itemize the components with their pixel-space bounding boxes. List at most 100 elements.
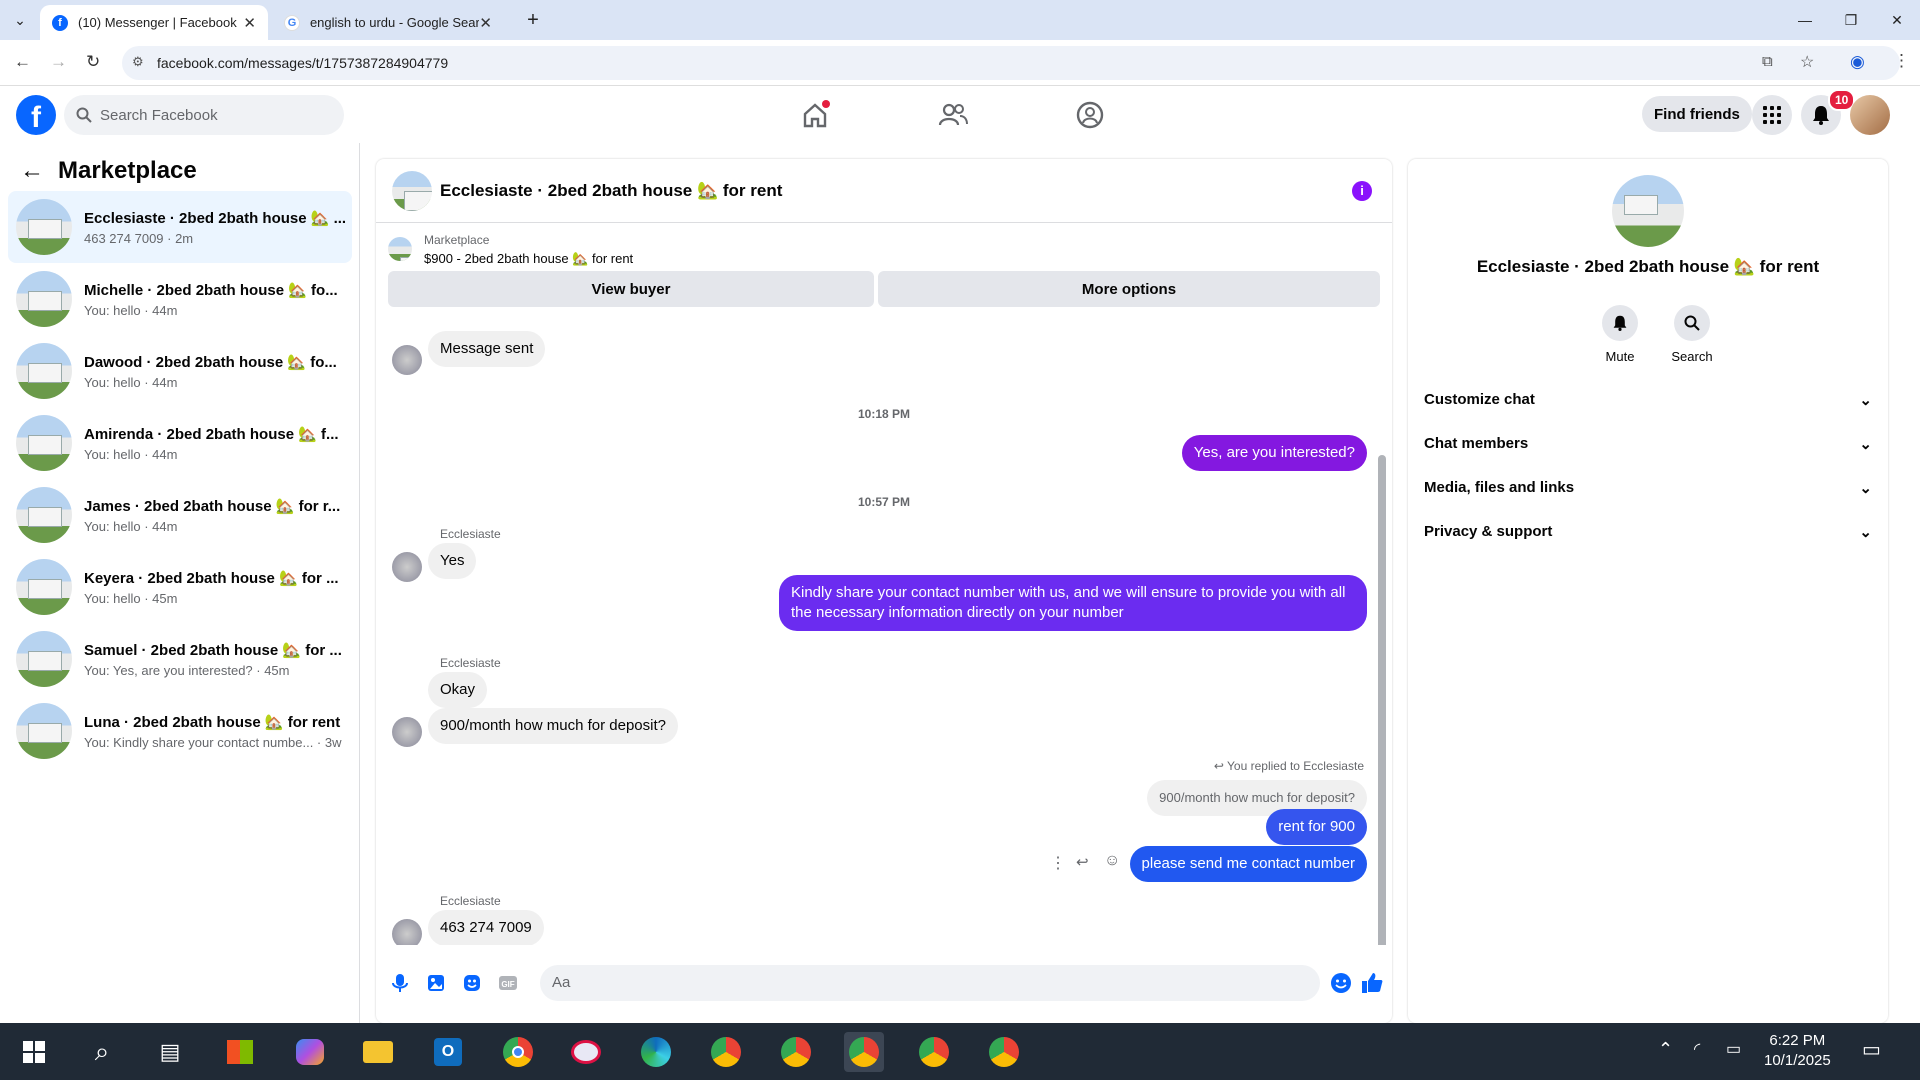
sender-name: Ecclesiaste (440, 656, 501, 670)
message-bubble[interactable]: 900/month how much for deposit? (428, 708, 678, 744)
gif-icon[interactable]: GIF (498, 973, 518, 993)
mute-button[interactable]: Mute (1590, 305, 1650, 364)
scrollbar[interactable] (1378, 455, 1386, 945)
bookmark-star-icon[interactable]: ☆ (1800, 52, 1814, 72)
copilot-icon[interactable] (290, 1032, 330, 1072)
chrome-icon[interactable] (498, 1032, 538, 1072)
tab-messenger[interactable]: f (10) Messenger | Facebook ✕ (40, 5, 268, 40)
clock[interactable]: 6:22 PM 10/1/2025 (1764, 1031, 1831, 1071)
friends-icon[interactable] (938, 100, 968, 130)
conversation-item[interactable]: Dawood · 2bed 2bath house 🏡 fo... You: he… (8, 335, 352, 407)
conversation-item[interactable]: Michelle · 2bed 2bath house 🏡 fo... You: … (8, 263, 352, 335)
menu-grid-button[interactable] (1752, 95, 1792, 135)
conversation-item[interactable]: Luna · 2bed 2bath house 🏡 for rent You: K… (8, 695, 352, 767)
chat-members-row[interactable]: Chat members ⌄ (1424, 435, 1872, 453)
account-avatar[interactable] (1850, 95, 1890, 135)
listing-title[interactable]: $900 - 2bed 2bath house 🏡 for rent (424, 251, 633, 267)
thumbs-up-icon[interactable] (1360, 971, 1384, 995)
listing-thumbnail (16, 703, 72, 759)
emoji-icon[interactable] (1330, 972, 1352, 994)
start-button[interactable] (14, 1032, 54, 1072)
conversation-item[interactable]: Amirenda · 2bed 2bath house 🏡 f... You: h… (8, 407, 352, 479)
reload-icon[interactable]: ↻ (86, 52, 100, 72)
chat-title[interactable]: Ecclesiaste · 2bed 2bath house 🏡 for ren… (440, 181, 782, 201)
microphone-icon[interactable] (390, 973, 410, 993)
photo-icon[interactable] (426, 973, 446, 993)
url-field[interactable]: ⚙ facebook.com/messages/t/17573872849047… (122, 46, 1900, 80)
task-view-icon[interactable]: ▤ (150, 1032, 190, 1072)
sticker-icon[interactable] (462, 973, 482, 993)
chrome-profile-icon[interactable] (914, 1032, 954, 1072)
message-bubble[interactable]: Yes, are you interested? (1181, 435, 1367, 471)
message-bubble[interactable]: please send me contact number (1129, 846, 1367, 882)
info-icon[interactable]: i (1352, 181, 1372, 201)
search-in-chat-button[interactable]: Search (1662, 305, 1722, 364)
taskbar-search-icon[interactable]: ⌕ (82, 1032, 122, 1072)
message-bubble[interactable]: Yes (428, 543, 477, 579)
message-bubble[interactable]: Kindly share your contact number with us… (779, 575, 1367, 631)
react-icon[interactable]: ☺ (1104, 852, 1120, 870)
chrome-profile-icon[interactable] (706, 1032, 746, 1072)
install-app-icon[interactable]: ⧉ (1762, 53, 1773, 70)
message-list[interactable]: Message sent 10:18 PM Yes, are you inter… (376, 315, 1392, 945)
conversation-item[interactable]: Samuel · 2bed 2bath house 🏡 for ... You: … (8, 623, 352, 695)
more-actions-icon[interactable]: ⋮ (1050, 853, 1066, 873)
message-bubble[interactable]: Okay (428, 672, 488, 708)
file-explorer-icon[interactable] (358, 1032, 398, 1072)
listing-thumbnail (16, 631, 72, 687)
close-tab-icon[interactable]: ✕ (479, 14, 492, 32)
chrome-profile-icon[interactable] (844, 1032, 884, 1072)
sender-name: Ecclesiaste (440, 894, 501, 908)
back-icon[interactable]: ← (14, 52, 31, 72)
conversation-item[interactable]: Ecclesiaste · 2bed 2bath house 🏡 ... 463 … (8, 191, 352, 263)
marketplace-listing-bar: Marketplace $900 - 2bed 2bath house 🏡 fo… (376, 223, 1392, 315)
listing-thumbnail (16, 199, 72, 255)
close-tab-icon[interactable]: ✕ (243, 14, 256, 32)
tab-search-chevron-icon[interactable]: ⌄ (0, 0, 40, 40)
message-bubble[interactable]: 463 274 7009 (428, 910, 544, 945)
message-input[interactable]: Aa (540, 965, 1320, 1001)
edge-icon[interactable] (636, 1032, 676, 1072)
battery-icon[interactable]: ▭ (1726, 1039, 1741, 1059)
network-icon[interactable]: ◜ (1694, 1039, 1700, 1059)
tab-title: (10) Messenger | Facebook (78, 15, 237, 30)
minimize-icon[interactable]: — (1782, 0, 1828, 40)
restore-icon[interactable]: ❐ (1828, 0, 1874, 40)
site-info-icon[interactable]: ⚙ (132, 54, 144, 70)
new-tab-icon[interactable]: + (510, 0, 556, 40)
customize-chat-row[interactable]: Customize chat ⌄ (1424, 391, 1872, 409)
conversation-item[interactable]: Keyera · 2bed 2bath house 🏡 for ... You: … (8, 551, 352, 623)
conversation-name: Ecclesiaste · 2bed 2bath house 🏡 ... (84, 209, 347, 227)
chrome-profile-icon[interactable] (776, 1032, 816, 1072)
message-bubble[interactable]: Message sent (428, 331, 546, 367)
listing-mini-thumbnail (388, 237, 412, 261)
tray-chevron-icon[interactable]: ⌃ (1658, 1039, 1673, 1060)
listing-thumbnail (16, 415, 72, 471)
chat-thumbnail[interactable] (392, 171, 432, 211)
paint-icon[interactable] (566, 1032, 606, 1072)
media-files-row[interactable]: Media, files and links ⌄ (1424, 479, 1872, 497)
bell-icon (1813, 106, 1829, 125)
notification-center-icon[interactable]: ▭ (1862, 1037, 1881, 1062)
profile-icon[interactable]: ◉ (1850, 52, 1865, 72)
chrome-profile-icon[interactable] (984, 1032, 1024, 1072)
tab-google[interactable]: G english to urdu - Google Search ✕ (272, 5, 504, 40)
store-icon[interactable] (220, 1032, 260, 1072)
close-window-icon[interactable]: ✕ (1874, 0, 1920, 40)
forward-icon[interactable]: → (50, 52, 67, 72)
privacy-support-row[interactable]: Privacy & support ⌄ (1424, 523, 1872, 541)
browser-menu-icon[interactable]: ⋮ (1893, 51, 1910, 71)
home-icon[interactable] (800, 100, 830, 130)
groups-icon[interactable] (1075, 100, 1105, 130)
back-arrow-icon[interactable]: ← (20, 157, 44, 185)
facebook-search-input[interactable]: Search Facebook (64, 95, 344, 135)
find-friends-button[interactable]: Find friends (1642, 96, 1752, 132)
more-options-button[interactable]: More options (878, 271, 1380, 307)
address-bar-row: ← → ↻ ⚙ facebook.com/messages/t/17573872… (0, 40, 1920, 86)
outlook-icon[interactable]: O (428, 1032, 468, 1072)
view-buyer-button[interactable]: View buyer (388, 271, 874, 307)
conversation-item[interactable]: James · 2bed 2bath house 🏡 for r... You: … (8, 479, 352, 551)
facebook-logo[interactable]: f (16, 95, 56, 135)
reply-icon[interactable]: ↩ (1076, 853, 1089, 871)
message-bubble[interactable]: rent for 900 (1266, 809, 1367, 845)
